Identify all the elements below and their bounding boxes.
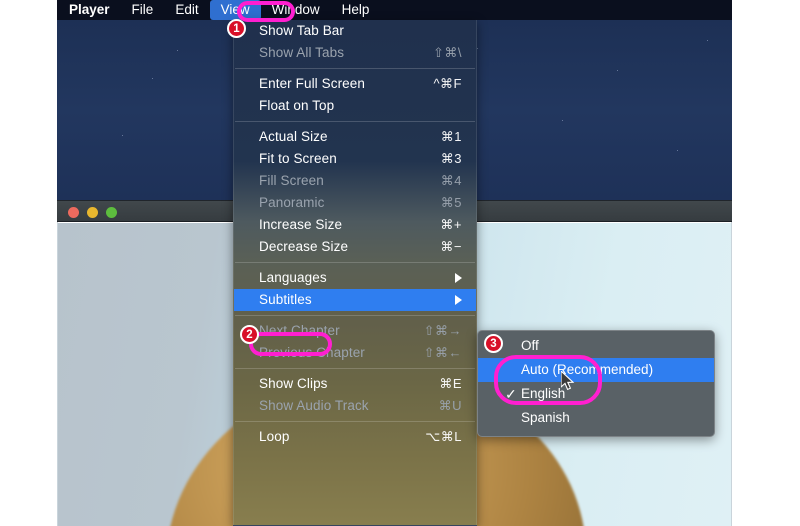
chevron-right-icon xyxy=(455,295,462,305)
menu-item-label: Show Audio Track xyxy=(259,398,369,413)
menu-item-actual-size[interactable]: Actual Size ⌘1 xyxy=(234,126,476,148)
menubar-item-help[interactable]: Help xyxy=(331,0,381,20)
menu-item-shortcut: ⌘5 xyxy=(440,195,462,210)
menu-item-label: Float on Top xyxy=(259,98,335,113)
menu-item-label: Fill Screen xyxy=(259,173,324,188)
menu-separator xyxy=(235,121,475,122)
subtitles-submenu: Off Auto (Recommended) ✓ English Spanish xyxy=(477,330,715,437)
menubar-item-view[interactable]: View xyxy=(209,0,261,20)
menu-item-label: Fit to Screen xyxy=(259,151,337,166)
close-button[interactable] xyxy=(68,207,79,218)
menu-item-shortcut: ⌘+ xyxy=(440,217,462,232)
menu-item-show-clips[interactable]: Show Clips ⌘E xyxy=(234,373,476,395)
menu-item-shortcut: ^⌘F xyxy=(433,76,462,91)
chevron-right-icon xyxy=(455,273,462,283)
menu-separator xyxy=(235,262,475,263)
submenu-item-off[interactable]: Off xyxy=(478,334,714,358)
menu-item-label: Subtitles xyxy=(259,292,312,307)
step-badge-3: 3 xyxy=(484,334,503,353)
application-menu-bar: Player File Edit View Window Help xyxy=(57,0,732,20)
submenu-item-spanish[interactable]: Spanish xyxy=(478,406,714,430)
menubar-item-window[interactable]: Window xyxy=(261,0,331,20)
menu-item-show-all-tabs: Show All Tabs ⇧⌘\ xyxy=(234,42,476,64)
menu-separator xyxy=(235,421,475,422)
menu-item-label: Show Clips xyxy=(259,376,328,391)
checkmark-icon: ✓ xyxy=(505,386,517,402)
submenu-item-label: English xyxy=(521,386,566,401)
menu-item-shortcut: ⌘U xyxy=(438,398,462,413)
menu-item-shortcut: ⌘3 xyxy=(440,151,462,166)
submenu-item-auto-recommended[interactable]: Auto (Recommended) xyxy=(478,358,714,382)
menu-item-label: Decrease Size xyxy=(259,239,349,254)
submenu-item-label: Auto (Recommended) xyxy=(521,362,654,377)
menu-item-enter-full-screen[interactable]: Enter Full Screen ^⌘F xyxy=(234,73,476,95)
minimize-button[interactable] xyxy=(87,207,98,218)
menu-item-shortcut: ⌘E xyxy=(439,376,462,391)
menu-item-label: Loop xyxy=(259,429,290,444)
step-badge-2: 2 xyxy=(240,325,259,344)
menu-item-show-tab-bar[interactable]: Show Tab Bar xyxy=(234,20,476,42)
menu-separator xyxy=(235,315,475,316)
menu-item-label: Show Tab Bar xyxy=(259,23,345,38)
menu-item-label: Actual Size xyxy=(259,129,328,144)
menu-item-shortcut: ⌥⌘L xyxy=(425,429,462,444)
menu-item-shortcut: ⇧⌘← xyxy=(423,345,462,360)
menu-item-label: Previous Chapter xyxy=(259,345,365,360)
menu-item-show-audio-track: Show Audio Track ⌘U xyxy=(234,395,476,417)
submenu-item-english[interactable]: ✓ English xyxy=(478,382,714,406)
menu-item-label: Panoramic xyxy=(259,195,325,210)
menu-item-decrease-size[interactable]: Decrease Size ⌘− xyxy=(234,236,476,258)
menu-separator xyxy=(235,68,475,69)
zoom-button[interactable] xyxy=(106,207,117,218)
submenu-item-label: Off xyxy=(521,338,539,353)
menu-item-panoramic: Panoramic ⌘5 xyxy=(234,192,476,214)
menu-item-subtitles[interactable]: Subtitles xyxy=(234,289,476,311)
view-dropdown-menu: Show Tab Bar Show All Tabs ⇧⌘\ Enter Full S… xyxy=(233,20,477,526)
menu-item-label: Increase Size xyxy=(259,217,343,232)
menu-item-loop[interactable]: Loop ⌥⌘L xyxy=(234,426,476,448)
menubar-item-edit[interactable]: Edit xyxy=(164,0,209,20)
menu-item-shortcut: ⇧⌘→ xyxy=(423,323,462,338)
menu-item-next-chapter: Next Chapter ⇧⌘→ xyxy=(234,320,476,342)
menu-item-shortcut: ⌘1 xyxy=(440,129,462,144)
screenshot-root: Player File Edit View Window Help Show Tab Ba… xyxy=(0,0,800,526)
menu-item-increase-size[interactable]: Increase Size ⌘+ xyxy=(234,214,476,236)
menu-item-fill-screen: Fill Screen ⌘4 xyxy=(234,170,476,192)
menubar-item-file[interactable]: File xyxy=(121,0,165,20)
menu-item-shortcut: ⇧⌘\ xyxy=(432,45,462,60)
window-traffic-lights xyxy=(68,207,117,218)
menubar-item-player[interactable]: Player xyxy=(62,0,121,20)
menu-item-label: Enter Full Screen xyxy=(259,76,365,91)
menu-item-float-on-top[interactable]: Float on Top xyxy=(234,95,476,117)
submenu-item-label: Spanish xyxy=(521,410,570,425)
menu-item-shortcut: ⌘− xyxy=(440,239,462,254)
menu-item-previous-chapter: Previous Chapter ⇧⌘← xyxy=(234,342,476,364)
step-badge-1: 1 xyxy=(227,19,246,38)
menu-item-fit-to-screen[interactable]: Fit to Screen ⌘3 xyxy=(234,148,476,170)
menu-item-label: Next Chapter xyxy=(259,323,340,338)
menu-separator xyxy=(235,368,475,369)
menu-item-languages[interactable]: Languages xyxy=(234,267,476,289)
menu-item-label: Show All Tabs xyxy=(259,45,345,60)
menu-item-shortcut: ⌘4 xyxy=(440,173,462,188)
menu-item-label: Languages xyxy=(259,270,327,285)
